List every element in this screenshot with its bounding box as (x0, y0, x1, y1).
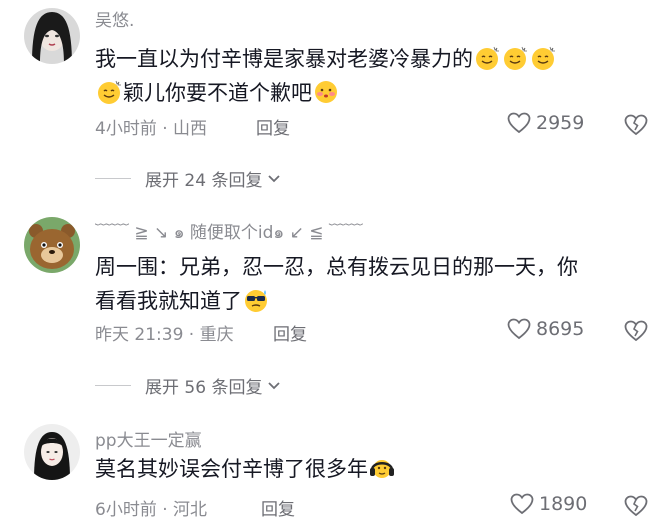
expand-replies-button[interactable]: 展开 56 条回复 (95, 373, 282, 398)
broken-heart-icon[interactable] (623, 112, 649, 138)
time-location: 6小时前 · 河北 (95, 500, 208, 520)
time-location: 4小时前 · 山西 (95, 119, 208, 139)
smile-sweat-emoji (504, 46, 527, 70)
like-count: 2959 (536, 112, 585, 134)
chevron-down-icon (268, 381, 281, 389)
username[interactable]: pp大王一定赢 (95, 426, 202, 451)
like-count: 8695 (536, 318, 585, 340)
smile-sweat-emoji (98, 80, 121, 104)
comment-text-line: 我一直以为付辛博是家暴对老婆冷暴力的 (95, 47, 473, 71)
smile-sweat-emoji (476, 46, 499, 70)
reply-button[interactable]: 回复 (273, 320, 307, 345)
like-button[interactable]: 1890 (510, 493, 587, 515)
reply-button[interactable]: 回复 (256, 114, 290, 139)
avatar[interactable] (24, 217, 80, 273)
divider (95, 385, 131, 386)
comment-text-line: 周一围：兄弟，忍一忍，总有拨云见日的那一天，你 (95, 255, 578, 279)
comment-text: 莫名其妙误会付辛博了很多年 (95, 452, 396, 486)
username[interactable]: 吴悠. (95, 6, 134, 31)
comment-text: 周一围：兄弟，忍一忍，总有拨云见日的那一天，你 看看我就知道了 (95, 250, 578, 318)
like-button[interactable]: 2959 (507, 112, 584, 134)
avatar[interactable] (24, 8, 80, 64)
reply-button[interactable]: 回复 (261, 495, 295, 520)
heart-icon (507, 112, 531, 134)
expand-replies-label: 展开 24 条回复 (145, 171, 263, 191)
like-count: 1890 (539, 493, 588, 515)
avatar[interactable] (24, 424, 80, 480)
heart-icon (510, 493, 534, 515)
comment-text: 我一直以为付辛博是家暴对老婆冷暴力的 颖儿你要不道个歉吧 (95, 42, 557, 110)
smile-sweat-emoji (532, 46, 555, 70)
cool-sweat-emoji (245, 290, 267, 312)
broken-heart-icon[interactable] (623, 318, 649, 344)
time-location: 昨天 21:39 · 重庆 (95, 325, 234, 345)
broken-heart-icon[interactable] (623, 493, 649, 519)
comment-text-line: 看看我就知道了 (95, 289, 242, 313)
shy-emoji (315, 81, 337, 103)
headphone-emoji (370, 460, 394, 478)
like-button[interactable]: 8695 (507, 318, 584, 340)
expand-replies-label: 展开 56 条回复 (145, 378, 263, 398)
heart-icon (507, 318, 531, 340)
comment-text-line: 颖儿你要不道个歉吧 (123, 81, 312, 105)
chevron-down-icon (268, 174, 281, 182)
expand-replies-button[interactable]: 展开 24 条回复 (95, 166, 282, 191)
divider (95, 178, 131, 179)
comment-text-line: 莫名其妙误会付辛博了很多年 (95, 457, 368, 481)
username[interactable]: ﹋﹋ ≧ ↘ ๑ 随便取个id๑ ↙ ≦ ﹋﹋ (95, 218, 363, 246)
